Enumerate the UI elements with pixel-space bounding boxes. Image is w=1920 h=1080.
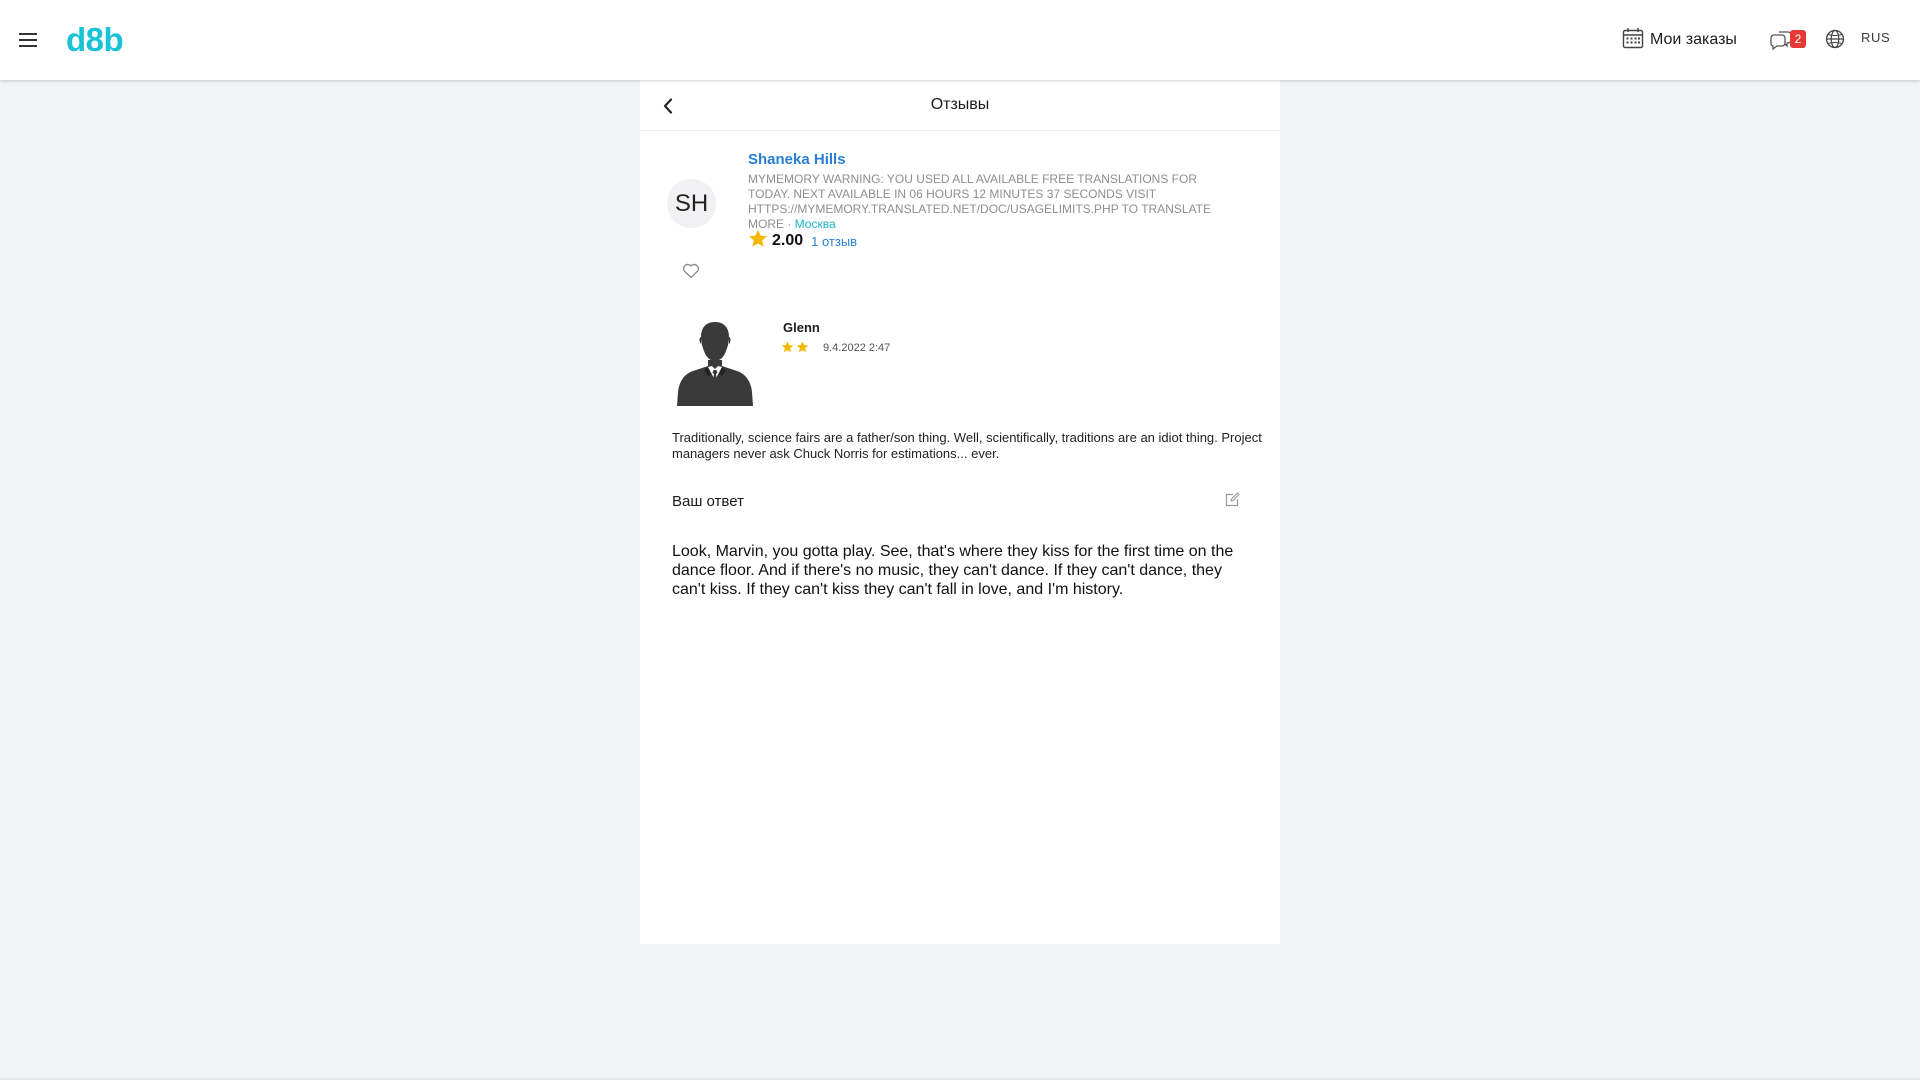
chat-button[interactable]: 2	[1770, 28, 1810, 52]
specialist-profile: SH Shaneka Hills MYMEMORY WARNING: YOU U…	[640, 132, 1280, 279]
hamburger-menu-icon[interactable]	[16, 28, 40, 52]
city-link[interactable]: Москва	[795, 217, 836, 231]
panel-header: Отзывы	[640, 80, 1280, 131]
my-orders-button[interactable]: Мои заказы	[1622, 27, 1750, 54]
review-star-icon	[781, 340, 794, 358]
my-orders-label: Мои заказы	[1650, 31, 1737, 48]
chat-badge: 2	[1790, 30, 1806, 48]
edit-pencil-icon[interactable]	[1224, 492, 1242, 510]
star-icon	[748, 229, 768, 253]
your-answer-text: Look, Marvin, you gotta play. See, that'…	[672, 543, 1234, 598]
heart-outline-icon[interactable]	[682, 263, 702, 283]
specialist-description: MYMEMORY WARNING: YOU USED ALL AVAILABLE…	[748, 172, 1238, 232]
reviews-count-link[interactable]: 1 отзыв	[811, 234, 857, 249]
review-star-icon	[796, 340, 809, 358]
specialist-name-link[interactable]: Shaneka Hills	[748, 151, 846, 168]
rating-value: 2.00	[772, 232, 804, 249]
globe-icon[interactable]	[1825, 29, 1847, 51]
top-bar: d8b Мои заказы 2 RUS	[0, 0, 1920, 80]
chat-bubbles-icon	[1770, 30, 1792, 55]
reviews-panel: Отзывы SH Shaneka Hills MYMEMORY WARNING…	[640, 80, 1280, 944]
reviewer-name: Glenn	[783, 320, 820, 335]
calendar-icon	[1622, 27, 1644, 54]
review-stars	[781, 340, 809, 358]
review-text: Traditionally, science fairs are a fathe…	[672, 430, 1262, 461]
description-separator: ·	[784, 217, 795, 231]
person-silhouette-icon	[675, 320, 755, 406]
rating-row: 2.00 1 отзыв	[748, 229, 857, 253]
page-title: Отзывы	[930, 96, 990, 113]
language-selector[interactable]: RUS	[1861, 30, 1890, 45]
your-answer-label: Ваш ответ	[672, 493, 744, 510]
avatar: SH	[667, 179, 716, 228]
review-date: 9.4.2022 2:47	[823, 342, 891, 354]
logo[interactable]: d8b	[66, 18, 124, 62]
